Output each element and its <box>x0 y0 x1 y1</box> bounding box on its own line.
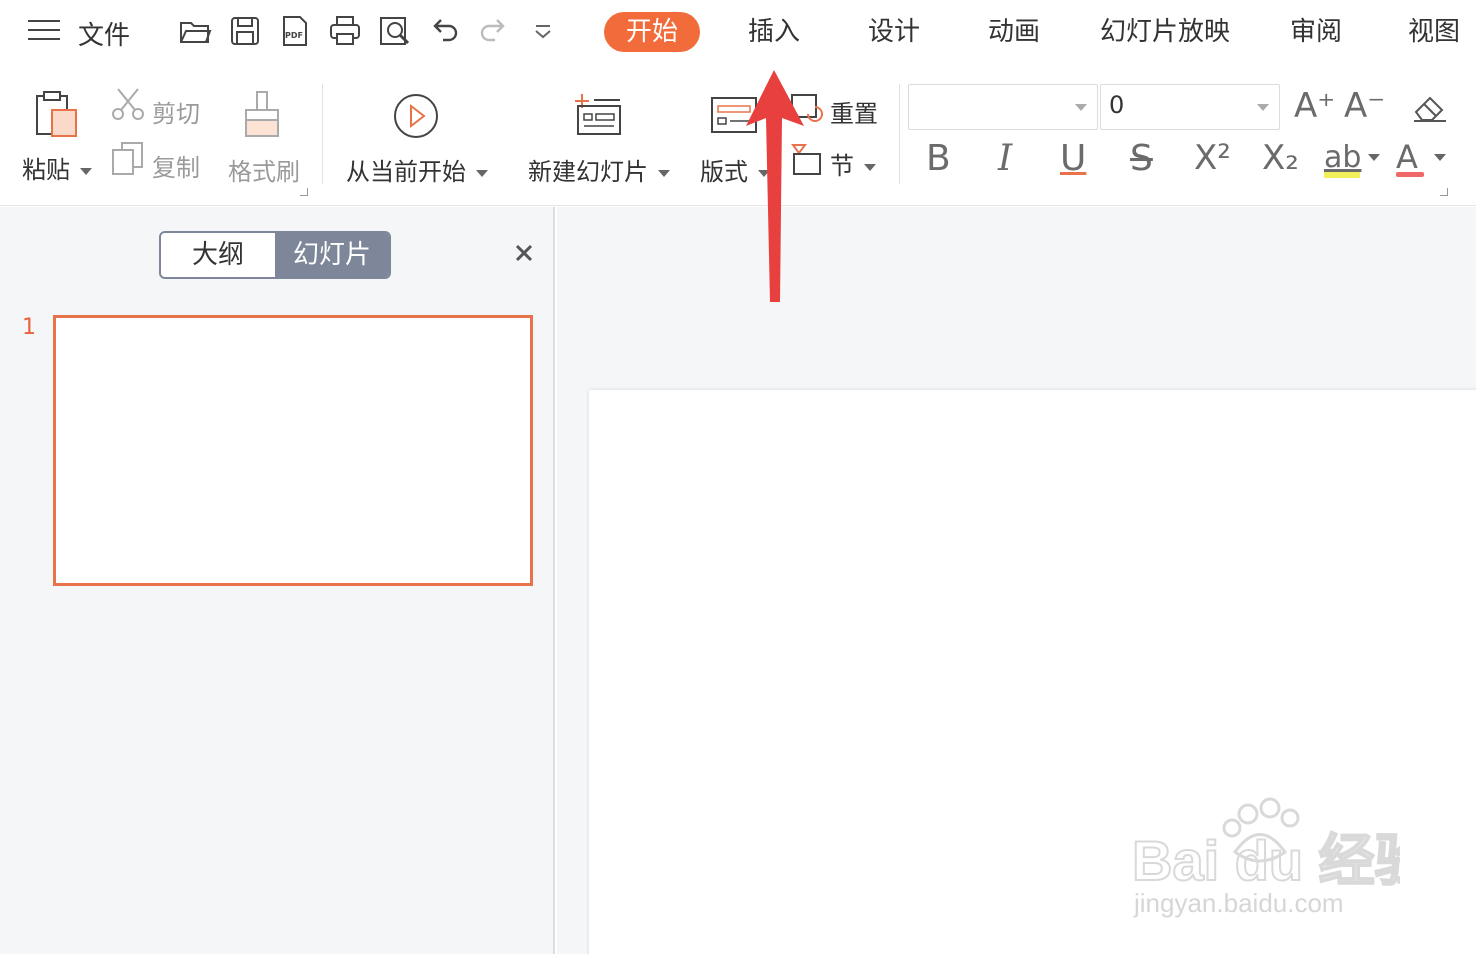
decrease-font-button[interactable]: A⁻ <box>1344 86 1385 126</box>
tab-view[interactable]: 视图 <box>1408 12 1460 52</box>
paste-button[interactable]: 粘贴 <box>22 150 92 185</box>
print-icon[interactable] <box>328 14 362 48</box>
new-slide-icon[interactable] <box>572 90 624 138</box>
font-group-launcher[interactable] <box>1440 188 1448 196</box>
tab-home[interactable]: 开始 <box>604 12 701 52</box>
copy-icon[interactable] <box>110 140 146 176</box>
watermark-brand: Bai du 经验 <box>1132 829 1400 892</box>
file-menu[interactable]: 文件 <box>78 15 130 52</box>
tab-design[interactable]: 设计 <box>868 12 920 52</box>
print-preview-icon[interactable] <box>378 14 412 48</box>
highlight-button[interactable]: ab <box>1322 140 1382 182</box>
bold-button[interactable]: B <box>926 138 951 179</box>
highlight-color-bar <box>1324 172 1360 178</box>
separator <box>899 84 900 184</box>
tab-slides[interactable]: 幻灯片 <box>275 233 389 277</box>
paste-icon[interactable] <box>30 88 82 140</box>
cut-button[interactable]: 剪切 <box>152 94 200 129</box>
customize-dropdown-icon[interactable] <box>526 14 560 48</box>
export-pdf-icon[interactable]: PDF <box>278 14 312 48</box>
play-from-current-button[interactable]: 从当前开始 <box>346 152 488 187</box>
underline-button[interactable]: U <box>1060 138 1086 179</box>
close-icon[interactable] <box>512 241 536 265</box>
italic-button[interactable]: I <box>998 138 1012 179</box>
format-painter-button[interactable]: 格式刷 <box>228 152 300 187</box>
ribbon: 粘贴 剪切 复制 格式刷 从当前开始 新建幻灯片 版式 重置 节 0 A⁺ A⁻… <box>0 66 1476 206</box>
tab-animation[interactable]: 动画 <box>988 12 1040 52</box>
superscript-button[interactable]: X² <box>1194 138 1231 178</box>
save-icon[interactable] <box>228 14 262 48</box>
font-color-icon: A <box>1396 138 1418 176</box>
tab-insert[interactable]: 插入 <box>748 12 800 52</box>
tab-review[interactable]: 审阅 <box>1290 12 1342 52</box>
eraser-icon[interactable] <box>1410 92 1450 124</box>
scissors-icon[interactable] <box>110 86 146 122</box>
clipboard-group-launcher[interactable] <box>300 188 308 196</box>
tab-slideshow[interactable]: 幻灯片放映 <box>1100 12 1230 52</box>
reset-button[interactable]: 重置 <box>830 94 878 129</box>
slides-panel: 大纲 幻灯片 1 <box>0 207 555 954</box>
menu-bar: 文件 PDF 开始 插入 设计 动画 幻灯片放映 审阅 视图 <box>0 0 1476 66</box>
font-color-bar <box>1396 172 1424 177</box>
open-folder-icon[interactable] <box>178 14 212 48</box>
font-color-button[interactable]: A <box>1394 138 1454 182</box>
watermark-url: jingyan.baidu.com <box>1134 888 1344 918</box>
increase-font-button[interactable]: A⁺ <box>1294 86 1335 126</box>
slide-number: 1 <box>22 315 36 340</box>
format-painter-icon[interactable] <box>240 88 284 140</box>
hamburger-menu-icon[interactable] <box>28 20 60 44</box>
separator <box>322 84 323 184</box>
copy-button[interactable]: 复制 <box>152 148 200 183</box>
highlight-icon: ab <box>1324 140 1362 175</box>
play-icon[interactable] <box>392 92 440 140</box>
new-slide-button[interactable]: 新建幻灯片 <box>528 152 670 187</box>
chevron-down-icon <box>1075 104 1087 111</box>
tab-outline[interactable]: 大纲 <box>161 233 275 277</box>
font-name-select[interactable] <box>908 84 1098 130</box>
chevron-down-icon <box>1257 104 1269 111</box>
redo-icon[interactable] <box>476 14 510 48</box>
annotation-arrow-icon <box>740 66 810 306</box>
section-button[interactable]: 节 <box>830 146 876 181</box>
subscript-button[interactable]: X₂ <box>1262 138 1299 178</box>
slide-thumbnail[interactable] <box>53 315 533 586</box>
strikethrough-button[interactable]: S <box>1130 138 1153 179</box>
font-size-select[interactable]: 0 <box>1100 84 1280 130</box>
svg-text:PDF: PDF <box>285 31 303 40</box>
undo-icon[interactable] <box>428 14 462 48</box>
panel-view-toggle: 大纲 幻灯片 <box>159 231 391 279</box>
